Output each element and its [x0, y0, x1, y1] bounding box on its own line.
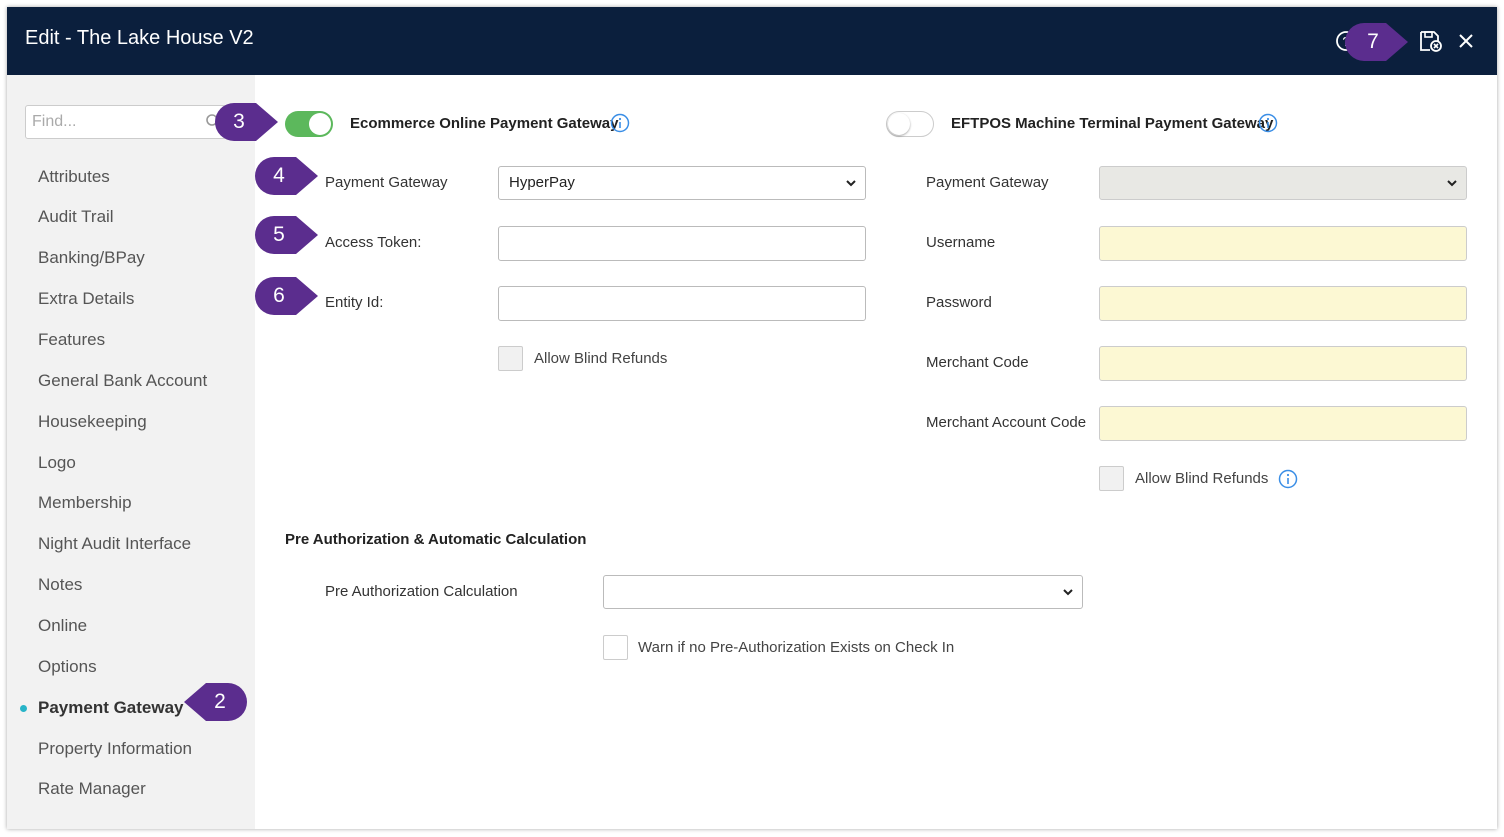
sidebar-item-notes[interactable]: Notes — [38, 575, 82, 595]
info-icon[interactable] — [1258, 113, 1278, 133]
entity-id-input[interactable] — [498, 286, 866, 321]
window-title: Edit - The Lake House V2 — [25, 27, 254, 49]
merchant-account-code-input[interactable] — [1099, 406, 1467, 441]
sidebar-item-banking-bpay[interactable]: Banking/BPay — [38, 248, 145, 268]
chevron-down-icon — [1063, 589, 1073, 596]
preauth-heading: Pre Authorization & Automatic Calculatio… — [285, 531, 587, 548]
sidebar-item-rate-manager[interactable]: Rate Manager — [38, 779, 146, 799]
ecommerce-toggle[interactable] — [285, 111, 333, 137]
callout-3: 3 — [214, 102, 278, 142]
sidebar-item-payment-gateway[interactable]: Payment Gateway — [38, 698, 184, 718]
eftpos-heading: EFTPOS Machine Terminal Payment Gateway — [951, 115, 1274, 132]
sidebar-item-logo[interactable]: Logo — [38, 453, 76, 473]
merchant-code-label: Merchant Code — [926, 354, 1029, 371]
sidebar-item-online[interactable]: Online — [38, 616, 87, 636]
eftpos-allow-blind-refunds-label: Allow Blind Refunds — [1135, 470, 1269, 487]
entity-id-label: Entity Id: — [325, 294, 384, 311]
callout-2: 2 — [182, 682, 247, 722]
callout-7: 7 — [1344, 22, 1410, 62]
callout-4: 4 — [254, 156, 318, 196]
callout-4-number: 4 — [273, 164, 285, 187]
sidebar-item-attributes[interactable]: Attributes — [38, 167, 110, 187]
close-icon[interactable] — [1453, 28, 1479, 54]
password-label: Password — [926, 294, 992, 311]
sidebar-item-options[interactable]: Options — [38, 657, 97, 677]
password-input[interactable] — [1099, 286, 1467, 321]
warn-no-preauth-checkbox[interactable] — [603, 635, 628, 660]
eftpos-gateway-label: Payment Gateway — [926, 174, 1049, 191]
preauth-calc-label: Pre Authorization Calculation — [325, 583, 518, 600]
chevron-down-icon — [846, 180, 856, 187]
callout-6-number: 6 — [273, 284, 285, 307]
sidebar-item-extra-details[interactable]: Extra Details — [38, 289, 134, 309]
callout-5-number: 5 — [273, 223, 285, 246]
ecommerce-gateway-value: HyperPay — [509, 174, 575, 191]
ecommerce-allow-blind-refunds-label: Allow Blind Refunds — [534, 350, 668, 367]
callout-3-number: 3 — [233, 110, 245, 133]
chevron-down-icon — [1447, 180, 1457, 187]
sidebar-item-property-information[interactable]: Property Information — [38, 739, 192, 759]
preauth-calc-select[interactable] — [603, 575, 1083, 609]
info-icon[interactable] — [1278, 469, 1298, 489]
merchant-code-input[interactable] — [1099, 346, 1467, 381]
save-close-icon[interactable] — [1417, 28, 1443, 54]
merchant-account-code-label: Merchant Account Code — [926, 414, 1087, 431]
callout-2-number: 2 — [214, 690, 226, 713]
eftpos-allow-blind-refunds-checkbox[interactable] — [1099, 466, 1124, 491]
sidebar-item-audit-trail[interactable]: Audit Trail — [38, 207, 114, 227]
sidebar-item-features[interactable]: Features — [38, 330, 105, 350]
username-input[interactable] — [1099, 226, 1467, 261]
access-token-input[interactable] — [498, 226, 866, 261]
title-bar: Edit - The Lake House V2 ? — [7, 7, 1497, 75]
access-token-label: Access Token: — [325, 234, 422, 251]
callout-7-number: 7 — [1367, 30, 1379, 53]
ecommerce-gateway-select[interactable]: HyperPay — [498, 166, 866, 200]
ecommerce-allow-blind-refunds-checkbox[interactable] — [498, 346, 523, 371]
main-panel: Ecommerce Online Payment Gateway Payment… — [255, 75, 1497, 829]
username-label: Username — [926, 234, 996, 251]
ecommerce-heading: Ecommerce Online Payment Gateway — [350, 115, 619, 132]
info-icon[interactable] — [610, 113, 630, 133]
callout-6: 6 — [254, 276, 318, 316]
sidebar-item-housekeeping[interactable]: Housekeeping — [38, 412, 147, 432]
ecommerce-gateway-label: Payment Gateway — [325, 174, 448, 191]
sidebar-item-night-audit-interface[interactable]: Night Audit Interface — [38, 534, 191, 554]
active-indicator-dot — [20, 705, 27, 712]
sidebar-item-general-bank-account[interactable]: General Bank Account — [38, 371, 207, 391]
eftpos-toggle[interactable] — [886, 111, 934, 137]
callout-5: 5 — [254, 215, 318, 255]
warn-no-preauth-label: Warn if no Pre-Authorization Exists on C… — [638, 639, 955, 656]
sidebar-item-membership[interactable]: Membership — [38, 493, 132, 513]
eftpos-gateway-select[interactable] — [1099, 166, 1467, 200]
